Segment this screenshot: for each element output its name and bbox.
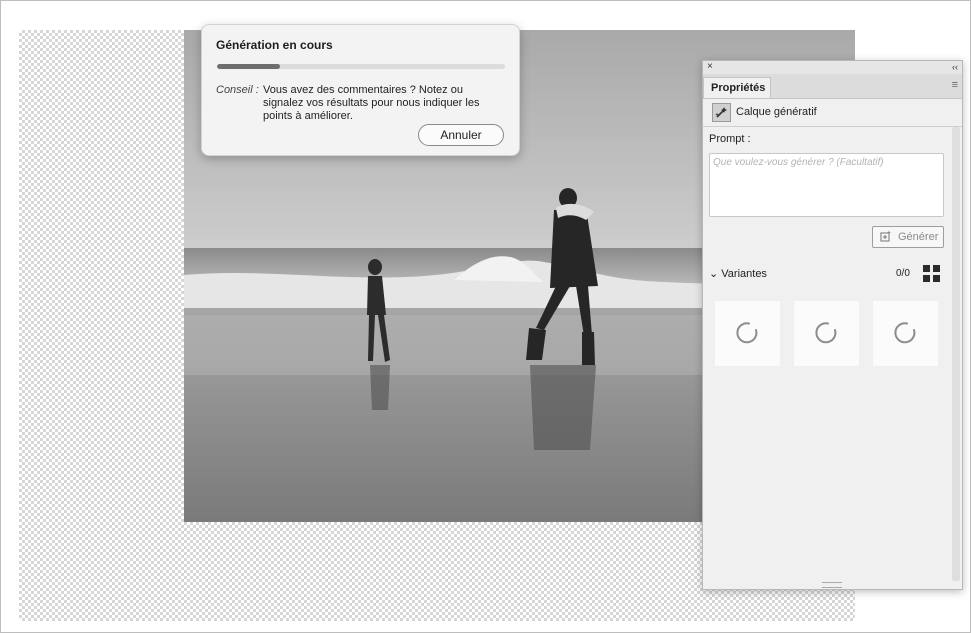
loading-spinner-icon [815, 322, 837, 344]
variant-thumbnail[interactable] [873, 301, 938, 366]
progress-bar-fill [217, 64, 281, 69]
prompt-input[interactable]: Que voulez-vous générer ? (Facultatif) [709, 153, 944, 217]
properties-panel: × ‹‹ Propriétés ≡ Calque génératif Promp… [702, 60, 963, 590]
close-icon[interactable]: × [707, 61, 713, 73]
tip-text: Vous avez des commentaires ? Notez ou si… [263, 84, 480, 122]
layer-info-row: Calque génératif [703, 99, 962, 127]
generative-fill-icon-graphic [715, 107, 727, 118]
grid-cell [933, 275, 940, 282]
generate-button[interactable]: Générer [872, 226, 944, 248]
layer-name: Calque génératif [736, 106, 817, 118]
variants-section-toggle[interactable]: ⌄ Variantes [709, 267, 767, 280]
tab-properties[interactable]: Propriétés [703, 77, 771, 98]
generate-label: Générer [898, 231, 939, 243]
panel-scrollbar[interactable] [952, 127, 960, 581]
panel-title-bar[interactable]: × ‹‹ [703, 61, 962, 74]
grid-cell [923, 265, 930, 272]
prompt-label: Prompt : [709, 133, 751, 145]
grid-view-icon[interactable] [923, 265, 940, 282]
panel-menu-icon[interactable]: ≡ [952, 80, 958, 91]
generation-progress-toast: Génération en cours Conseil : Vous avez … [201, 24, 520, 156]
variants-count: 0/0 [896, 268, 910, 279]
panel-content: Prompt : Que voulez-vous générer ? (Facu… [703, 127, 949, 587]
loading-spinner-icon [894, 322, 916, 344]
generative-fill-icon [712, 103, 731, 122]
variant-thumbnail[interactable] [794, 301, 859, 366]
generation-progress-bar [217, 64, 505, 69]
variant-thumbnail[interactable] [715, 301, 780, 366]
grid-cell [923, 275, 930, 282]
loading-spinner-icon [736, 322, 758, 344]
grid-cell [933, 265, 940, 272]
variants-label: Variantes [721, 268, 767, 280]
tip-label: Conseil : [216, 84, 259, 96]
panel-tab-bar: Propriétés ≡ [703, 74, 962, 99]
collapse-panel-icon[interactable]: ‹‹ [952, 61, 958, 73]
chevron-down-icon: ⌄ [709, 268, 719, 280]
panel-resize-grip[interactable] [822, 582, 842, 588]
generate-icon [880, 230, 891, 242]
toast-title: Génération en cours [216, 38, 333, 52]
cancel-button[interactable]: Annuler [418, 124, 504, 146]
